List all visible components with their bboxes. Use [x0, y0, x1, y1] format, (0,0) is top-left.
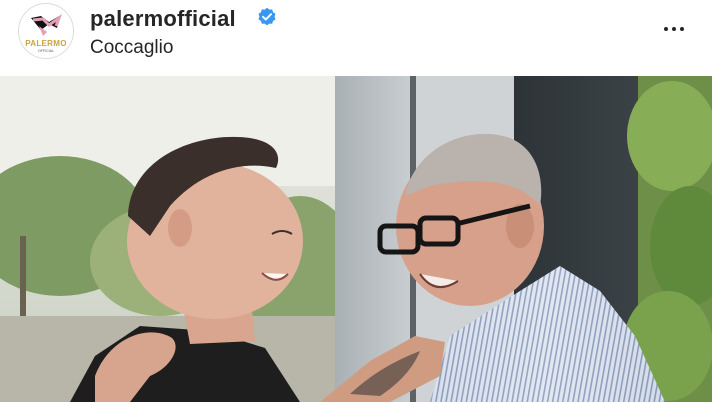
- post-image: [0, 76, 712, 402]
- avatar-sublabel: OFFICIAL: [38, 49, 54, 53]
- avatar[interactable]: PALERMO OFFICIAL: [18, 3, 74, 59]
- location-link[interactable]: Coccaglio: [90, 37, 173, 59]
- avatar-label: PALERMO: [25, 39, 67, 48]
- more-dot: [664, 27, 668, 31]
- username-link[interactable]: palermofficial: [90, 6, 236, 32]
- post-photo[interactable]: [0, 76, 712, 402]
- more-dot: [680, 27, 684, 31]
- more-dot: [672, 27, 676, 31]
- verified-badge-icon: [258, 7, 276, 26]
- more-options-icon[interactable]: [656, 18, 692, 40]
- post-header: PALERMO OFFICIAL palermofficial Coccagli…: [0, 0, 712, 77]
